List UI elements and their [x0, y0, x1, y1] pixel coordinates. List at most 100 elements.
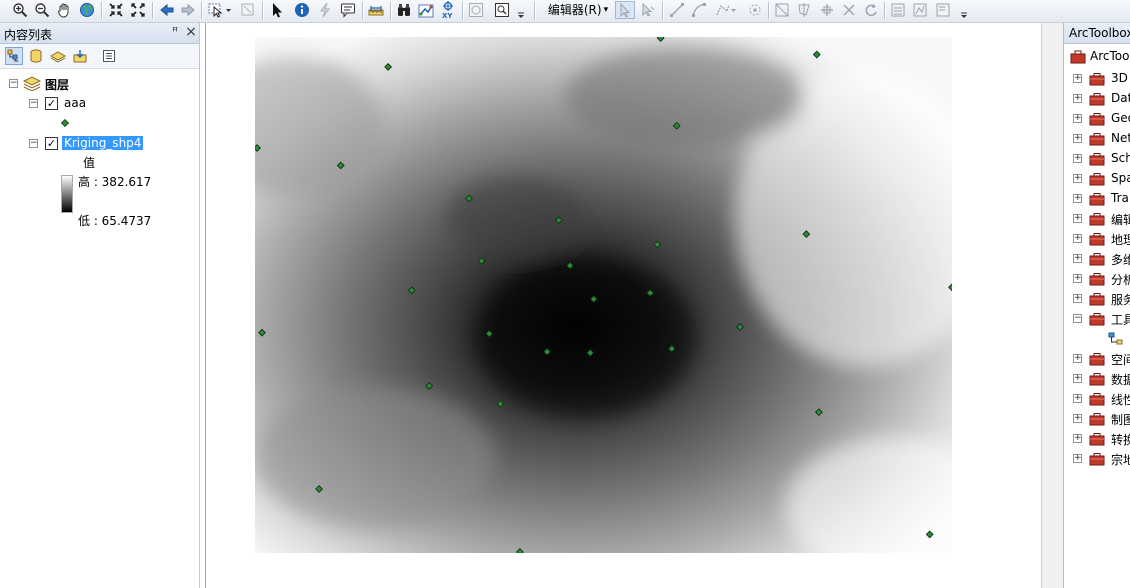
toolbox-expand-toggle[interactable]: −	[1073, 314, 1082, 323]
measure-ruler-icon[interactable]	[366, 1, 386, 19]
toolbox-label[interactable]: 编辑	[1111, 211, 1130, 228]
toolbox-label[interactable]: Geo	[1111, 111, 1130, 125]
toolbox-expand-toggle[interactable]: +	[1073, 354, 1082, 363]
layer-kriging-label[interactable]: Kriging_shp4	[62, 136, 144, 150]
arctoolbox-root-label[interactable]: ArcToolbox	[1090, 49, 1130, 63]
toolbox-label[interactable]: 空间	[1111, 351, 1130, 368]
list-by-selection-icon[interactable]	[71, 47, 89, 65]
toolbox-expand-toggle[interactable]: +	[1073, 194, 1082, 203]
cut-polygons-icon[interactable]	[794, 1, 814, 19]
rotate-tool-icon[interactable]	[861, 1, 881, 19]
toolbox-expand-toggle[interactable]: +	[1073, 234, 1082, 243]
arctoolbox-title: ArcToolbox	[1069, 26, 1130, 40]
split-tool-icon[interactable]	[817, 1, 837, 19]
trace-tool-icon[interactable]	[713, 1, 739, 19]
toolbox-expand-toggle[interactable]: +	[1073, 214, 1082, 223]
toolbox-label[interactable]: 制图	[1111, 411, 1130, 428]
time-slider-icon[interactable]	[466, 1, 486, 19]
select-features-icon[interactable]	[206, 1, 234, 19]
toolbar-overflow-icon[interactable]	[515, 1, 527, 19]
toolbox-label[interactable]: 宗地	[1111, 451, 1130, 468]
find-binoculars-icon[interactable]	[394, 1, 414, 19]
edit-annotation-tool-icon[interactable]	[638, 1, 658, 19]
straight-segment-icon[interactable]	[667, 1, 687, 19]
toolbox-label[interactable]: 工具	[1111, 311, 1130, 328]
edit-tool-arrow-icon[interactable]	[615, 1, 635, 19]
toolbox-label[interactable]: 地理	[1111, 231, 1130, 248]
toolbox-expand-toggle[interactable]: +	[1073, 434, 1082, 443]
toolbox-expand-toggle[interactable]: +	[1073, 274, 1082, 283]
end-point-arc-icon[interactable]	[689, 1, 709, 19]
model-tool-icon[interactable]	[1108, 332, 1124, 346]
toolbox-label[interactable]: 分析	[1111, 271, 1130, 288]
hyperlink-bolt-icon[interactable]	[315, 1, 335, 19]
forward-arrow-icon[interactable]	[178, 1, 198, 19]
toolbox-expand-toggle[interactable]: +	[1073, 74, 1082, 83]
attributes-icon[interactable]	[888, 1, 908, 19]
back-arrow-icon[interactable]	[157, 1, 177, 19]
list-by-source-icon[interactable]	[27, 47, 45, 65]
toolbox-label[interactable]: 多维	[1111, 251, 1130, 268]
clear-selection-icon[interactable]	[238, 1, 258, 19]
toolbox-expand-toggle[interactable]: +	[1073, 94, 1082, 103]
toc-options-icon[interactable]	[100, 47, 118, 65]
toolbox-expand-toggle[interactable]: +	[1073, 114, 1082, 123]
toolbox-expand-toggle[interactable]: +	[1073, 454, 1082, 463]
legend-color-ramp[interactable]	[61, 175, 73, 213]
reshape-feature-icon[interactable]	[772, 1, 792, 19]
toolbox-expand-toggle[interactable]: +	[1073, 254, 1082, 263]
full-extent-globe-icon[interactable]	[77, 1, 97, 19]
toolbox-label[interactable]: 线性	[1111, 391, 1130, 408]
toc-close-icon[interactable]: ×	[184, 25, 198, 39]
list-by-drawing-order-icon[interactable]	[5, 47, 23, 65]
fixed-zoom-in-icon[interactable]	[106, 1, 126, 19]
editor-menu[interactable]: 编辑器(R) ▾	[545, 1, 611, 19]
cut-line-icon[interactable]	[839, 1, 859, 19]
layer-kriging-collapse-toggle[interactable]: −	[29, 139, 38, 148]
layers-collapse-toggle[interactable]: −	[9, 79, 18, 88]
fixed-zoom-out-icon[interactable]	[128, 1, 148, 19]
toolbox-expand-toggle[interactable]: +	[1073, 394, 1082, 403]
layer-aaa-collapse-toggle[interactable]: −	[29, 99, 38, 108]
create-features-icon[interactable]	[933, 1, 953, 19]
toolbox-label[interactable]: 数据	[1111, 371, 1130, 388]
toolbox-icon	[1089, 132, 1105, 146]
identify-info-icon[interactable]	[292, 1, 312, 19]
toolbox-label[interactable]: 服务	[1111, 291, 1130, 308]
create-viewer-window-icon[interactable]	[492, 1, 512, 19]
toolbox-expand-toggle[interactable]: +	[1073, 134, 1082, 143]
map-view[interactable]	[205, 23, 1041, 588]
select-elements-arrow-icon[interactable]	[267, 1, 287, 19]
toolbox-label[interactable]: Sch	[1111, 151, 1130, 165]
toolbox-label[interactable]: Dat	[1111, 91, 1130, 105]
edit-vertices-icon[interactable]	[745, 1, 765, 19]
map-vertical-scrollbar[interactable]	[1041, 23, 1063, 588]
table-of-contents-panel: 内容列表 ꟸ × − 图层 − ✓ aaa − ✓ Kriging_shp4 值…	[0, 23, 200, 588]
toolbox-label[interactable]: Tra	[1111, 191, 1129, 205]
toc-pin-icon[interactable]: ꟸ	[168, 25, 182, 39]
toolbox-label[interactable]: 3D	[1111, 71, 1128, 85]
find-route-icon[interactable]	[416, 1, 436, 19]
zoom-out-icon[interactable]	[32, 1, 52, 19]
data-frame-label[interactable]: 图层	[45, 76, 69, 93]
kriging-raster[interactable]	[255, 37, 952, 553]
toolbox-expand-toggle[interactable]: +	[1073, 374, 1082, 383]
layer-aaa-label[interactable]: aaa	[64, 96, 86, 110]
toolbox-label[interactable]: Spa	[1111, 171, 1130, 185]
pan-hand-icon[interactable]	[54, 1, 74, 19]
layer-kriging-visibility-checkbox[interactable]: ✓	[45, 137, 58, 150]
html-popup-icon[interactable]	[338, 1, 358, 19]
toolbox-expand-toggle[interactable]: +	[1073, 174, 1082, 183]
toolbox-label[interactable]: 转换	[1111, 431, 1130, 448]
toolbox-label[interactable]: Net	[1111, 131, 1130, 145]
point-symbol-icon[interactable]	[61, 119, 69, 127]
list-by-visibility-icon[interactable]	[49, 47, 67, 65]
layer-aaa-visibility-checkbox[interactable]: ✓	[45, 97, 58, 110]
editor-toolbar-overflow-icon[interactable]	[958, 1, 970, 19]
toolbox-expand-toggle[interactable]: +	[1073, 414, 1082, 423]
toolbox-expand-toggle[interactable]: +	[1073, 154, 1082, 163]
zoom-in-icon[interactable]	[10, 1, 30, 19]
toolbox-expand-toggle[interactable]: +	[1073, 294, 1082, 303]
go-to-xy-icon[interactable]: XY	[438, 1, 458, 19]
sketch-properties-icon[interactable]	[910, 1, 930, 19]
